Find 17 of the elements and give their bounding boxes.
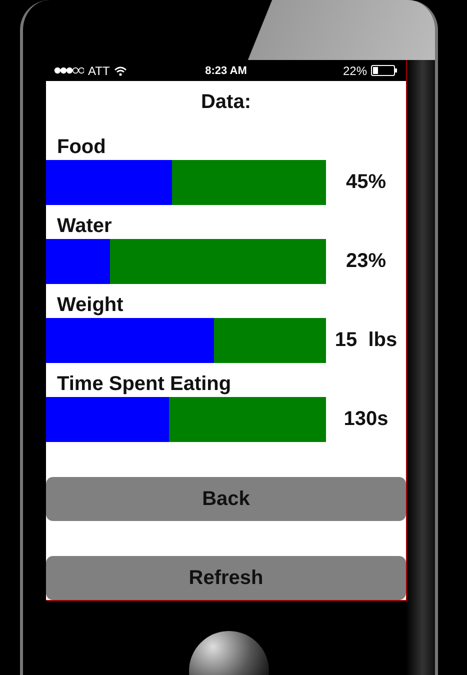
carrier-name: ATT [88, 64, 110, 78]
metric-value: 23% [344, 250, 388, 273]
battery-percent: 22% [342, 64, 367, 78]
metric-value: 15 lbs [334, 329, 398, 352]
signal-icon [54, 67, 84, 74]
metric-value: 130s [342, 408, 390, 431]
metric-label: Food [56, 135, 106, 160]
metric-value: 45% [344, 171, 388, 194]
page-title: Data: [200, 90, 252, 114]
wifi-icon [114, 66, 127, 76]
back-button[interactable]: Back [46, 477, 406, 521]
status-time: 8:23 AM [205, 64, 247, 76]
battery-icon [371, 65, 398, 76]
metric-label: Weight [56, 293, 124, 318]
refresh-button[interactable]: Refresh [46, 556, 406, 600]
metric-label: Time Spent Eating [56, 372, 232, 397]
metric-label: Water [56, 214, 112, 239]
